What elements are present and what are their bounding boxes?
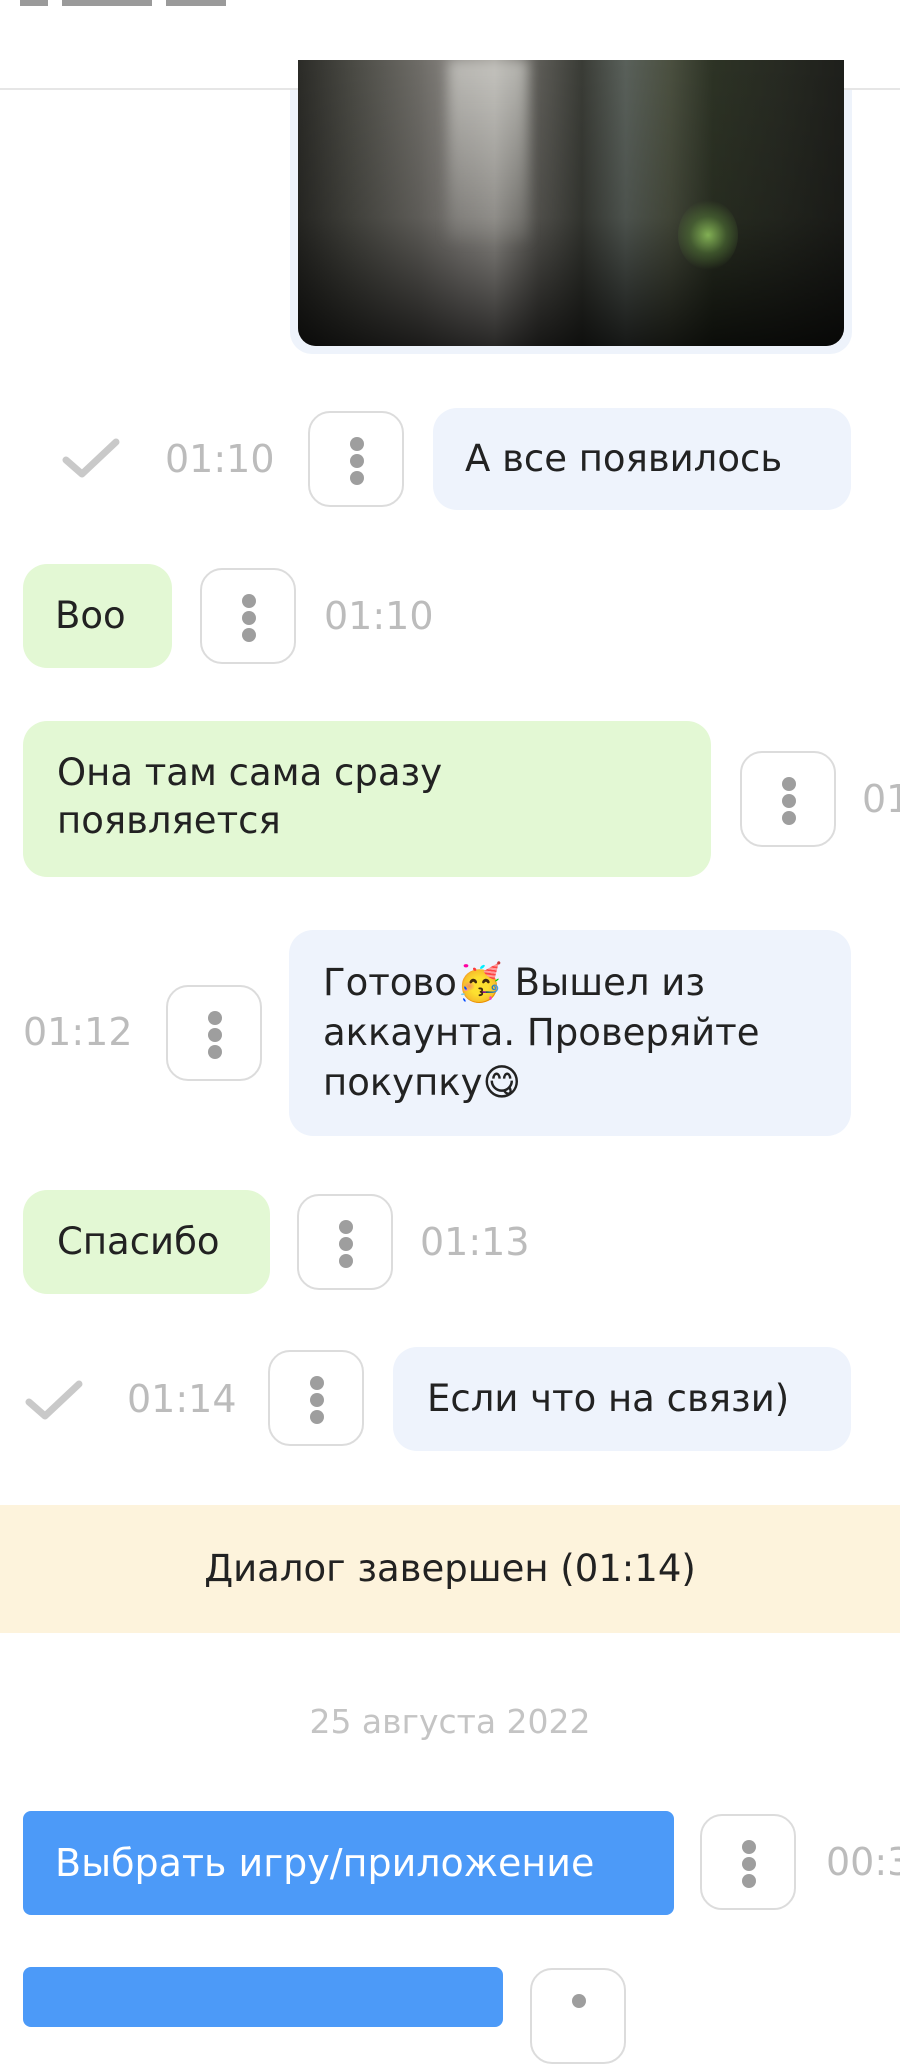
- message-text: Готово🥳 Вышел из аккаунта. Проверяйте по…: [323, 961, 760, 1104]
- message-menu-button[interactable]: [166, 985, 262, 1081]
- message-text: Спасибо: [57, 1220, 220, 1263]
- date-separator: 25 августа 2022: [309, 1702, 591, 1741]
- menu-dot: [350, 471, 364, 485]
- menu-dot: [208, 1045, 222, 1059]
- menu-dot: [242, 611, 256, 625]
- menu-dot: [242, 628, 256, 642]
- menu-dot: [339, 1254, 353, 1268]
- menu-dot: [742, 1857, 756, 1871]
- message-text: Она там сама сразу появляется: [57, 751, 443, 842]
- menu-dot: [572, 1994, 586, 2008]
- action-button-partial[interactable]: [23, 1967, 503, 2027]
- message-menu-button[interactable]: [200, 568, 296, 664]
- button-label: Выбрать игру/приложение: [55, 1841, 595, 1885]
- message-menu-button[interactable]: [740, 751, 836, 847]
- menu-dot: [782, 811, 796, 825]
- menu-dot: [742, 1840, 756, 1854]
- checkmark-icon: [25, 1380, 83, 1420]
- image-attachment[interactable]: [298, 60, 844, 346]
- message-time: 01: [862, 777, 900, 821]
- menu-dot: [208, 1011, 222, 1025]
- message-bubble-incoming[interactable]: Она там сама сразу появляется: [23, 721, 711, 877]
- message-text: Если что на связи): [427, 1377, 790, 1420]
- message-menu-button[interactable]: [308, 411, 404, 507]
- message-menu-button[interactable]: [268, 1350, 364, 1446]
- message-time: 01:10: [324, 594, 434, 638]
- menu-dot: [310, 1410, 324, 1424]
- menu-dot: [350, 454, 364, 468]
- menu-dot: [782, 777, 796, 791]
- message-bubble-incoming[interactable]: Спасибо: [23, 1190, 270, 1294]
- message-text: А все появилось: [465, 437, 783, 480]
- menu-dot: [339, 1237, 353, 1251]
- message-menu-button[interactable]: [700, 1814, 796, 1910]
- image-highlight: [448, 60, 528, 240]
- message-menu-button[interactable]: [297, 1194, 393, 1290]
- message-bubble-incoming[interactable]: Воо: [23, 564, 172, 668]
- message-menu-button[interactable]: [530, 1968, 626, 2064]
- menu-dot: [350, 437, 364, 451]
- message-time: 01:12: [23, 1010, 133, 1054]
- menu-dot: [208, 1028, 222, 1042]
- header-cropped-text: [20, 0, 320, 6]
- message-bubble-outgoing[interactable]: А все появилось: [433, 408, 851, 510]
- message-time: 01:14: [127, 1377, 237, 1421]
- message-time: 01:13: [420, 1220, 530, 1264]
- checkmark-icon: [62, 438, 120, 478]
- message-text: Воо: [55, 594, 126, 637]
- dialog-ended-text: Диалог завершен (01:14): [204, 1547, 696, 1590]
- menu-dot: [310, 1393, 324, 1407]
- select-game-app-button[interactable]: Выбрать игру/приложение: [23, 1811, 674, 1915]
- message-time: 00:3: [826, 1840, 900, 1884]
- message-time: 01:10: [165, 437, 275, 481]
- menu-dot: [242, 594, 256, 608]
- message-bubble-outgoing[interactable]: Готово🥳 Вышел из аккаунта. Проверяйте по…: [289, 930, 851, 1136]
- menu-dot: [782, 794, 796, 808]
- menu-dot: [742, 1874, 756, 1888]
- menu-dot: [339, 1220, 353, 1234]
- menu-dot: [310, 1376, 324, 1390]
- message-bubble-outgoing[interactable]: Если что на связи): [393, 1347, 851, 1451]
